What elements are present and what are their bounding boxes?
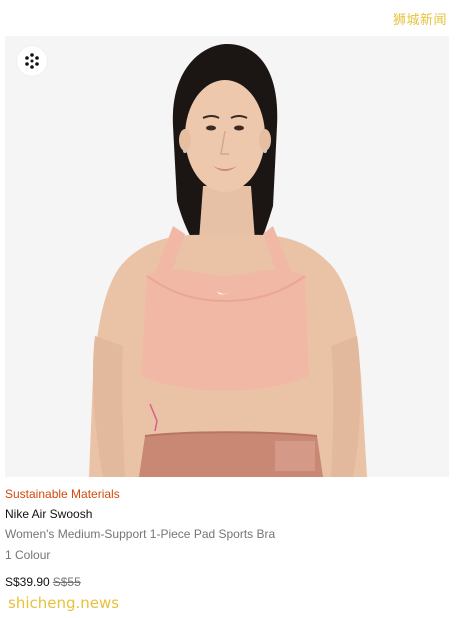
- sustainable-badge: [17, 46, 47, 76]
- sustainable-swoosh-icon: [23, 52, 41, 70]
- product-card[interactable]: Sustainable Materials Nike Air Swoosh Wo…: [5, 36, 449, 590]
- watermark-top: 狮城新闻: [392, 13, 447, 28]
- colour-count[interactable]: 1 Colour: [5, 548, 449, 563]
- page: 狮城新闻 Sustainable Materials Nike Air Swoo…: [0, 0, 457, 618]
- product-photo: [5, 36, 449, 477]
- product-subtitle: Women's Medium-Support 1-Piece Pad Sport…: [5, 527, 276, 541]
- product-name[interactable]: Nike Air Swoosh: [5, 507, 449, 522]
- original-price: S$55: [52, 575, 81, 589]
- price-row: S$39.90 S$55: [5, 575, 449, 590]
- current-price: S$39.90: [5, 575, 50, 589]
- product-info: Sustainable Materials Nike Air Swoosh Wo…: [5, 477, 449, 590]
- product-image[interactable]: [5, 36, 449, 477]
- watermark-bottom: shicheng.news: [8, 594, 120, 612]
- promo-label: Sustainable Materials: [5, 487, 120, 501]
